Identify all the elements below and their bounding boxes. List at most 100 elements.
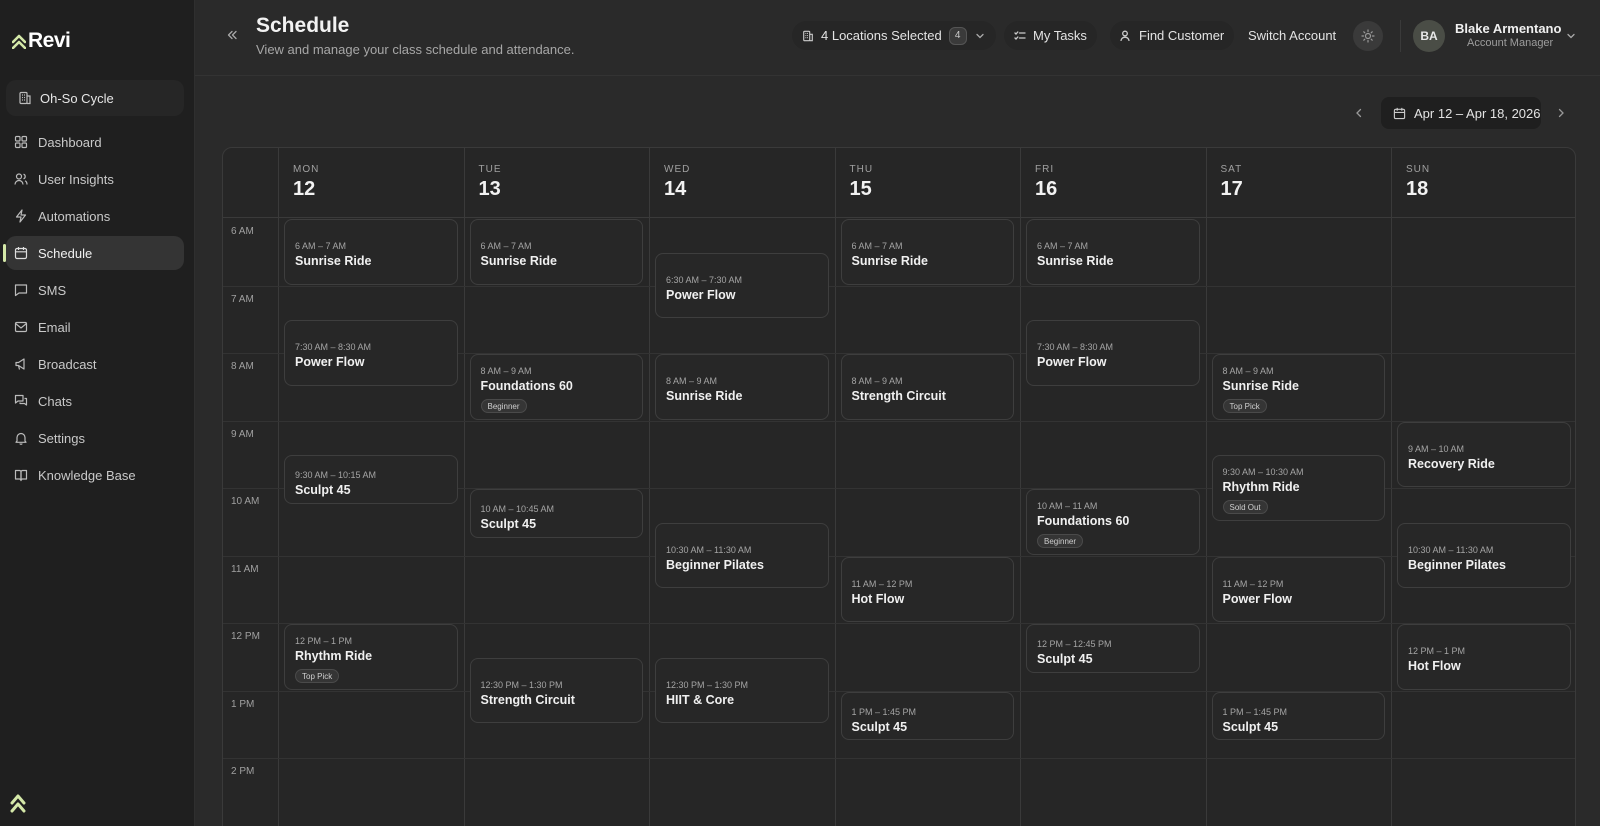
event-time: 7:30 AM – 8:30 AM bbox=[1037, 342, 1114, 353]
event-title: Hot Flow bbox=[851, 591, 905, 606]
event-tag-badge: Top Pick bbox=[1222, 399, 1267, 413]
sidebar-item-label: Broadcast bbox=[38, 356, 97, 372]
revi-mark-icon[interactable] bbox=[10, 792, 26, 814]
time-label: 12 PM bbox=[231, 631, 260, 642]
day-number: 18 bbox=[1406, 178, 1429, 200]
sidebar-item-settings[interactable]: Settings bbox=[6, 421, 184, 455]
class-event[interactable]: 12:30 PM – 1:30 PM HIIT & Core bbox=[655, 657, 829, 724]
class-event[interactable]: 11 AM – 12 PM Hot Flow bbox=[840, 556, 1014, 622]
locations-selector[interactable]: 4 Locations Selected 4 bbox=[792, 21, 996, 50]
theme-toggle-button[interactable] bbox=[1353, 21, 1383, 51]
find-customer-button[interactable]: Find Customer bbox=[1110, 21, 1235, 50]
brand-logo[interactable]: Revi bbox=[12, 28, 71, 54]
sidebar-nav: Dashboard User Insights Automations Sche… bbox=[3, 125, 184, 495]
class-event[interactable]: 12 PM – 1 PM Hot Flow bbox=[1397, 624, 1571, 690]
event-time: 12 PM – 1 PM bbox=[295, 636, 353, 646]
event-time: 9:30 AM – 10:15 AM bbox=[295, 470, 377, 481]
time-label: 7 AM bbox=[231, 293, 254, 305]
class-event[interactable]: 8 AM – 9 AM Strength Circuit bbox=[840, 354, 1014, 420]
class-event[interactable]: 6 AM – 7 AM Sunrise Ride bbox=[284, 219, 458, 285]
class-event[interactable]: 10:30 AM – 11:30 AM Beginner Pilates bbox=[1397, 522, 1571, 589]
event-time: 8 AM – 9 AM bbox=[851, 376, 903, 386]
class-event[interactable]: 8 AM – 9 AM Sunrise Ride Top Pick bbox=[1211, 354, 1385, 420]
class-event[interactable]: 1 PM – 1:45 PM Sculpt 45 bbox=[1211, 691, 1385, 741]
day-header-sun[interactable]: SUN 18 bbox=[1391, 148, 1575, 218]
locations-count-badge: 4 bbox=[948, 26, 967, 45]
sidebar-item-schedule[interactable]: Schedule bbox=[3, 236, 184, 270]
sidebar-item-knowledge-base[interactable]: Knowledge Base bbox=[6, 458, 184, 492]
class-event[interactable]: 12:30 PM – 1:30 PM Strength Circuit bbox=[469, 657, 643, 724]
sidebar-item-user-insights[interactable]: User Insights bbox=[6, 162, 184, 196]
column-divider bbox=[1020, 148, 1021, 826]
class-event[interactable]: 6:30 AM – 7:30 AM Power Flow bbox=[655, 252, 829, 319]
class-event[interactable]: 9 AM – 10 AM Recovery Ride bbox=[1397, 421, 1571, 487]
event-tag-badge: Beginner bbox=[480, 399, 527, 413]
class-event[interactable]: 6 AM – 7 AM Sunrise Ride bbox=[840, 219, 1014, 285]
class-event[interactable]: 11 AM – 12 PM Power Flow bbox=[1211, 556, 1385, 622]
day-header-tue[interactable]: TUE 13 bbox=[463, 148, 649, 218]
day-header-wed[interactable]: WED 14 bbox=[649, 148, 834, 218]
event-time: 8 AM – 9 AM bbox=[1222, 366, 1274, 376]
event-time: 11 AM – 12 PM bbox=[1222, 578, 1284, 589]
event-time: 1 PM – 1:45 PM bbox=[851, 706, 917, 717]
day-header-sat[interactable]: SAT 17 bbox=[1205, 148, 1391, 218]
sidebar-item-email[interactable]: Email bbox=[6, 310, 184, 344]
brand-name: Revi bbox=[28, 29, 71, 52]
class-event[interactable]: 9:30 AM – 10:30 AM Rhythm Ride Sold Out bbox=[1211, 455, 1385, 521]
event-time: 12 PM – 1 PM bbox=[1408, 646, 1466, 656]
sidebar-item-sms[interactable]: SMS bbox=[6, 273, 184, 307]
date-range-picker[interactable]: Apr 12 – Apr 18, 2026 bbox=[1381, 97, 1541, 129]
class-event[interactable]: 7:30 AM – 8:30 AM Power Flow bbox=[284, 320, 458, 386]
event-title: Sculpt 45 bbox=[295, 483, 351, 498]
class-event[interactable]: 8 AM – 9 AM Sunrise Ride bbox=[655, 354, 829, 420]
day-number: 16 bbox=[1035, 178, 1058, 200]
day-of-week: THU bbox=[849, 164, 874, 175]
collapse-sidebar-icon[interactable] bbox=[225, 28, 239, 42]
day-of-week: FRI bbox=[1035, 164, 1055, 175]
sidebar-item-chats[interactable]: Chats bbox=[6, 384, 184, 418]
my-tasks-button[interactable]: My Tasks bbox=[1004, 21, 1097, 50]
event-time: 6 AM – 7 AM bbox=[295, 241, 347, 251]
building-icon bbox=[19, 91, 31, 105]
sidebar-item-dashboard[interactable]: Dashboard bbox=[6, 125, 184, 159]
chevron-down-icon[interactable] bbox=[1565, 30, 1577, 42]
next-week-icon[interactable] bbox=[1554, 106, 1568, 120]
class-event[interactable]: 10:30 AM – 11:30 AM Beginner Pilates bbox=[655, 522, 829, 589]
event-title: Rhythm Ride bbox=[295, 649, 373, 663]
grid-icon bbox=[14, 135, 28, 149]
previous-week-icon[interactable] bbox=[1352, 106, 1366, 120]
class-event[interactable]: 8 AM – 9 AM Foundations 60 Beginner bbox=[469, 354, 643, 420]
class-event[interactable]: 6 AM – 7 AM Sunrise Ride bbox=[1026, 219, 1200, 285]
class-event[interactable]: 6 AM – 7 AM Sunrise Ride bbox=[469, 219, 643, 285]
class-event[interactable]: 1 PM – 1:45 PM Sculpt 45 bbox=[840, 691, 1014, 741]
my-tasks-label: My Tasks bbox=[1033, 28, 1087, 43]
sidebar-item-broadcast[interactable]: Broadcast bbox=[6, 347, 184, 381]
day-of-week: TUE bbox=[478, 164, 502, 175]
sidebar-item-label: Knowledge Base bbox=[38, 467, 136, 483]
user-name[interactable]: Blake Armentano bbox=[1455, 21, 1561, 36]
date-range-label: Apr 12 – Apr 18, 2026 bbox=[1414, 105, 1541, 121]
switch-account-link[interactable]: Switch Account bbox=[1248, 28, 1336, 43]
time-label: 10 AM bbox=[231, 496, 260, 507]
message-icon bbox=[14, 284, 28, 297]
event-title: Strength Circuit bbox=[480, 692, 575, 707]
calendar-icon bbox=[1393, 107, 1406, 119]
time-label: 8 AM bbox=[231, 361, 254, 372]
class-event[interactable]: 12 PM – 12:45 PM Sculpt 45 bbox=[1026, 624, 1200, 673]
time-label: 1 PM bbox=[231, 698, 255, 710]
org-switcher[interactable]: Oh-So Cycle bbox=[6, 80, 184, 116]
class-event[interactable]: 9:30 AM – 10:15 AM Sculpt 45 bbox=[284, 455, 458, 504]
class-event[interactable]: 7:30 AM – 8:30 AM Power Flow bbox=[1026, 320, 1200, 386]
class-event[interactable]: 10 AM – 11 AM Foundations 60 Beginner bbox=[1026, 489, 1200, 555]
day-header-thu[interactable]: THU 15 bbox=[834, 148, 1020, 218]
day-of-week: WED bbox=[664, 164, 691, 175]
day-header-fri[interactable]: FRI 16 bbox=[1020, 148, 1205, 218]
class-event[interactable]: 12 PM – 1 PM Rhythm Ride Top Pick bbox=[284, 624, 458, 690]
class-event[interactable]: 10 AM – 10:45 AM Sculpt 45 bbox=[469, 489, 643, 538]
event-title: Sunrise Ride bbox=[666, 389, 743, 403]
day-of-week: MON bbox=[293, 164, 320, 175]
avatar[interactable]: BA bbox=[1413, 20, 1445, 52]
day-header-mon[interactable]: MON 12 bbox=[278, 148, 463, 218]
event-title: Rhythm Ride bbox=[1222, 480, 1300, 495]
sidebar-item-automations[interactable]: Automations bbox=[6, 199, 184, 233]
